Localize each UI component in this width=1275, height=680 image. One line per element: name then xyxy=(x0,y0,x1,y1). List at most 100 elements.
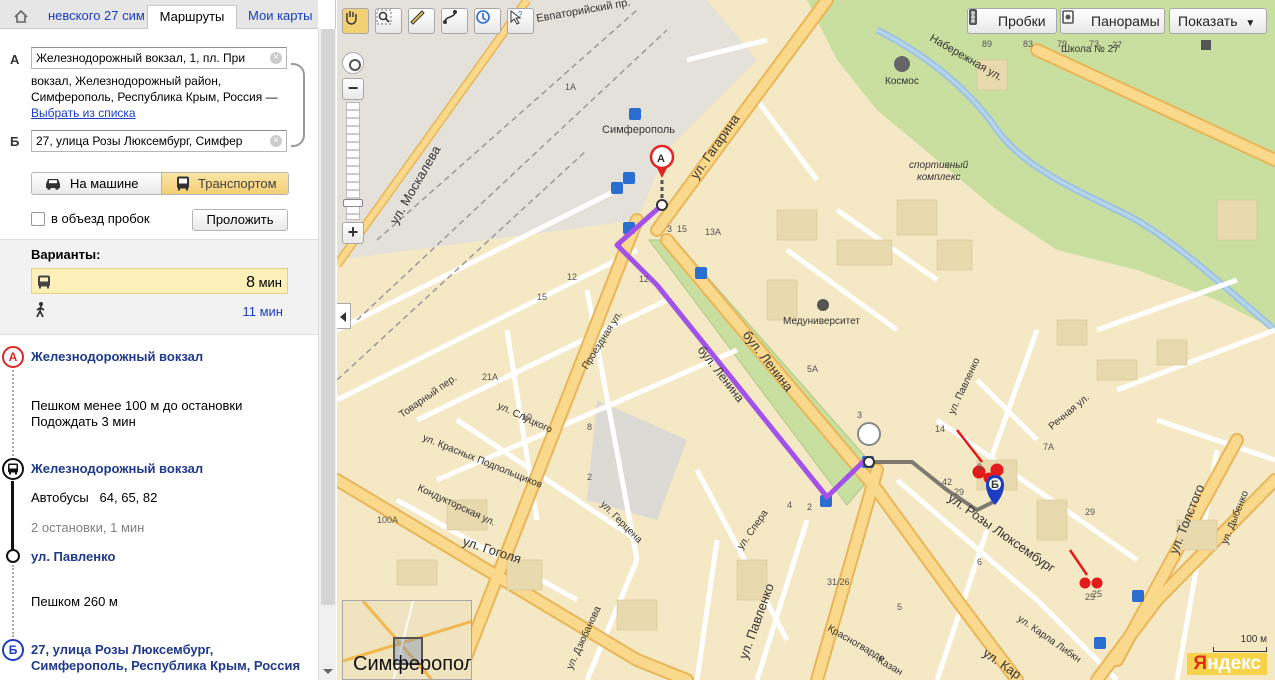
svg-text:?: ? xyxy=(518,10,523,19)
show-label: Показать xyxy=(1178,13,1238,29)
scroll-down-arrow-icon[interactable] xyxy=(323,669,333,674)
walk-line-2 xyxy=(12,565,14,637)
hand-icon xyxy=(346,11,357,25)
link-icon xyxy=(476,10,490,24)
build-route-button[interactable]: Проложить xyxy=(192,209,288,231)
traffic-label: Пробки xyxy=(998,13,1046,29)
mode-car-label: На машине xyxy=(70,176,139,191)
walk-line-1 xyxy=(12,370,14,456)
traffic-light-icon xyxy=(969,9,977,25)
variant-bus-time: 8 мин xyxy=(246,274,282,292)
scroll-thumb[interactable] xyxy=(321,29,335,605)
buses-label: Автобусы xyxy=(31,490,89,505)
start-title[interactable]: Железнодорожный вокзал xyxy=(31,349,203,364)
swap-points-icon[interactable] xyxy=(291,63,305,147)
panorama-icon xyxy=(1062,10,1074,24)
panel-scrollbar[interactable] xyxy=(318,29,336,680)
route-panel: невского 27 сим Маршруты Мои карты А Жел… xyxy=(0,0,336,680)
zoom-slider[interactable] xyxy=(343,102,363,220)
ruler-tool-button[interactable] xyxy=(408,8,435,34)
yandex-logo[interactable]: Яндекс xyxy=(1187,653,1267,675)
traffic-button[interactable]: Пробки xyxy=(967,8,1057,34)
route-form: А Железнодорожный вокзал, 1, пл. При × в… xyxy=(0,29,318,239)
walk-to-stop-text: Пешком менее 100 м до остановки xyxy=(31,398,243,413)
variant-bus-minutes: 8 xyxy=(246,274,255,291)
zoom-area-tool-button[interactable] xyxy=(375,8,402,34)
end-marker: Б xyxy=(2,639,24,661)
scale-text: 100 м xyxy=(1240,634,1267,645)
point-b-input[interactable]: 27, улица Розы Люксембург, Симфер × xyxy=(31,130,287,152)
wait-text: Подождать 3 мин xyxy=(31,414,136,429)
chevron-down-icon: ▼ xyxy=(1245,18,1256,29)
stops-info: 2 остановки, 1 мин xyxy=(31,520,145,535)
zoom-in-button[interactable]: + xyxy=(342,222,364,244)
point-a-detail: вокзал, Железнодорожный район, Симферопо… xyxy=(31,73,296,121)
end-title-line2[interactable]: Симферополь, Республика Крым, Россия xyxy=(31,658,300,673)
tab-home[interactable] xyxy=(8,5,36,29)
scale-bar xyxy=(1213,647,1267,652)
zoom-slider-thumb[interactable] xyxy=(343,199,363,207)
point-a-detail-text: вокзал, Железнодорожный район, Симферопо… xyxy=(31,74,278,104)
point-b-letter: Б xyxy=(10,134,20,149)
point-b-value: 27, улица Розы Люксембург, Симфер xyxy=(36,134,243,148)
map-top-controls: Пробки Панорамы Показать ▼ xyxy=(957,8,1267,34)
clear-a-icon[interactable]: × xyxy=(270,52,282,64)
avoid-traffic-checkbox[interactable] xyxy=(31,212,45,226)
link-tool-button[interactable] xyxy=(474,8,501,34)
show-layers-button[interactable]: Показать ▼ xyxy=(1169,8,1267,34)
map-scale: 100 м xyxy=(1213,634,1267,652)
house-icon xyxy=(14,9,28,23)
variant-walk-time: 11 мин xyxy=(242,304,284,319)
tab-routes[interactable]: Маршруты xyxy=(147,5,237,30)
cursor-info-icon: ? xyxy=(510,9,523,25)
map-canvas[interactable] xyxy=(337,0,1275,680)
zoom-out-button[interactable]: − xyxy=(342,78,364,100)
route-tool-button[interactable] xyxy=(441,8,468,34)
tab-my-maps[interactable]: Мои карты xyxy=(240,5,320,29)
choose-from-list-link[interactable]: Выбрать из списка xyxy=(31,106,136,120)
mode-transit-button[interactable]: Транспортом xyxy=(161,173,288,194)
board-stop-title[interactable]: Железнодорожный вокзал xyxy=(31,461,203,476)
point-a-letter: А xyxy=(10,52,20,67)
info-tool-button[interactable]: ? xyxy=(507,8,534,34)
zoom-control: − + xyxy=(342,52,366,244)
route-icon xyxy=(443,10,457,24)
panoramas-button[interactable]: Панорамы xyxy=(1060,8,1165,34)
exit-stop-marker xyxy=(6,549,20,563)
mode-transit-label: Транспортом xyxy=(198,176,277,191)
bus-icon xyxy=(38,275,50,289)
pedestrian-icon xyxy=(36,302,45,318)
minimap-city-label: Симферополь xyxy=(353,653,471,675)
magnifier-icon xyxy=(376,9,392,25)
transport-mode-toggle: На машине Транспортом xyxy=(31,172,289,195)
variant-bus-unit: мин xyxy=(258,275,282,290)
variants-title: Варианты: xyxy=(31,247,101,262)
variant-bus[interactable]: 8 мин xyxy=(31,268,288,294)
exit-stop-title[interactable]: ул. Павленко xyxy=(31,549,115,564)
mode-car-button[interactable]: На машине xyxy=(32,173,161,194)
ruler-icon xyxy=(410,10,425,25)
tab-address[interactable]: невского 27 сим xyxy=(40,5,146,29)
compass-icon[interactable] xyxy=(342,52,364,74)
route-steps: А Железнодорожный вокзал Пешком менее 10… xyxy=(0,336,318,680)
point-a-input[interactable]: Железнодорожный вокзал, 1, пл. При × xyxy=(31,47,287,69)
walk-final-text: Пешком 260 м xyxy=(31,594,118,609)
buses-info: Автобусы 64, 65, 82 xyxy=(31,490,157,506)
clear-b-icon[interactable]: × xyxy=(270,135,282,147)
panoramas-label: Панорамы xyxy=(1091,13,1160,29)
minimap[interactable]: Симферополь xyxy=(342,600,472,680)
end-title-line1[interactable]: 27, улица Розы Люксембург, xyxy=(31,642,213,657)
avoid-traffic-label: в объезд пробок xyxy=(51,211,150,226)
bus-stop-marker xyxy=(2,458,24,480)
route-variants: Варианты: 8 мин 11 мин xyxy=(0,239,318,335)
map-view[interactable]: ул. Гагарина ул. Москалева Евпаторийский… xyxy=(337,0,1275,680)
bus-icon xyxy=(177,176,189,191)
start-marker: А xyxy=(2,346,24,368)
bus-line xyxy=(11,481,14,551)
pan-tool-button[interactable] xyxy=(342,8,369,34)
logo-rest: ндекс xyxy=(1207,653,1261,674)
car-icon xyxy=(46,179,60,190)
point-a-value: Железнодорожный вокзал, 1, пл. При xyxy=(36,51,246,65)
collapse-panel-button[interactable] xyxy=(337,303,351,329)
variant-walk[interactable]: 11 мин xyxy=(31,300,288,322)
